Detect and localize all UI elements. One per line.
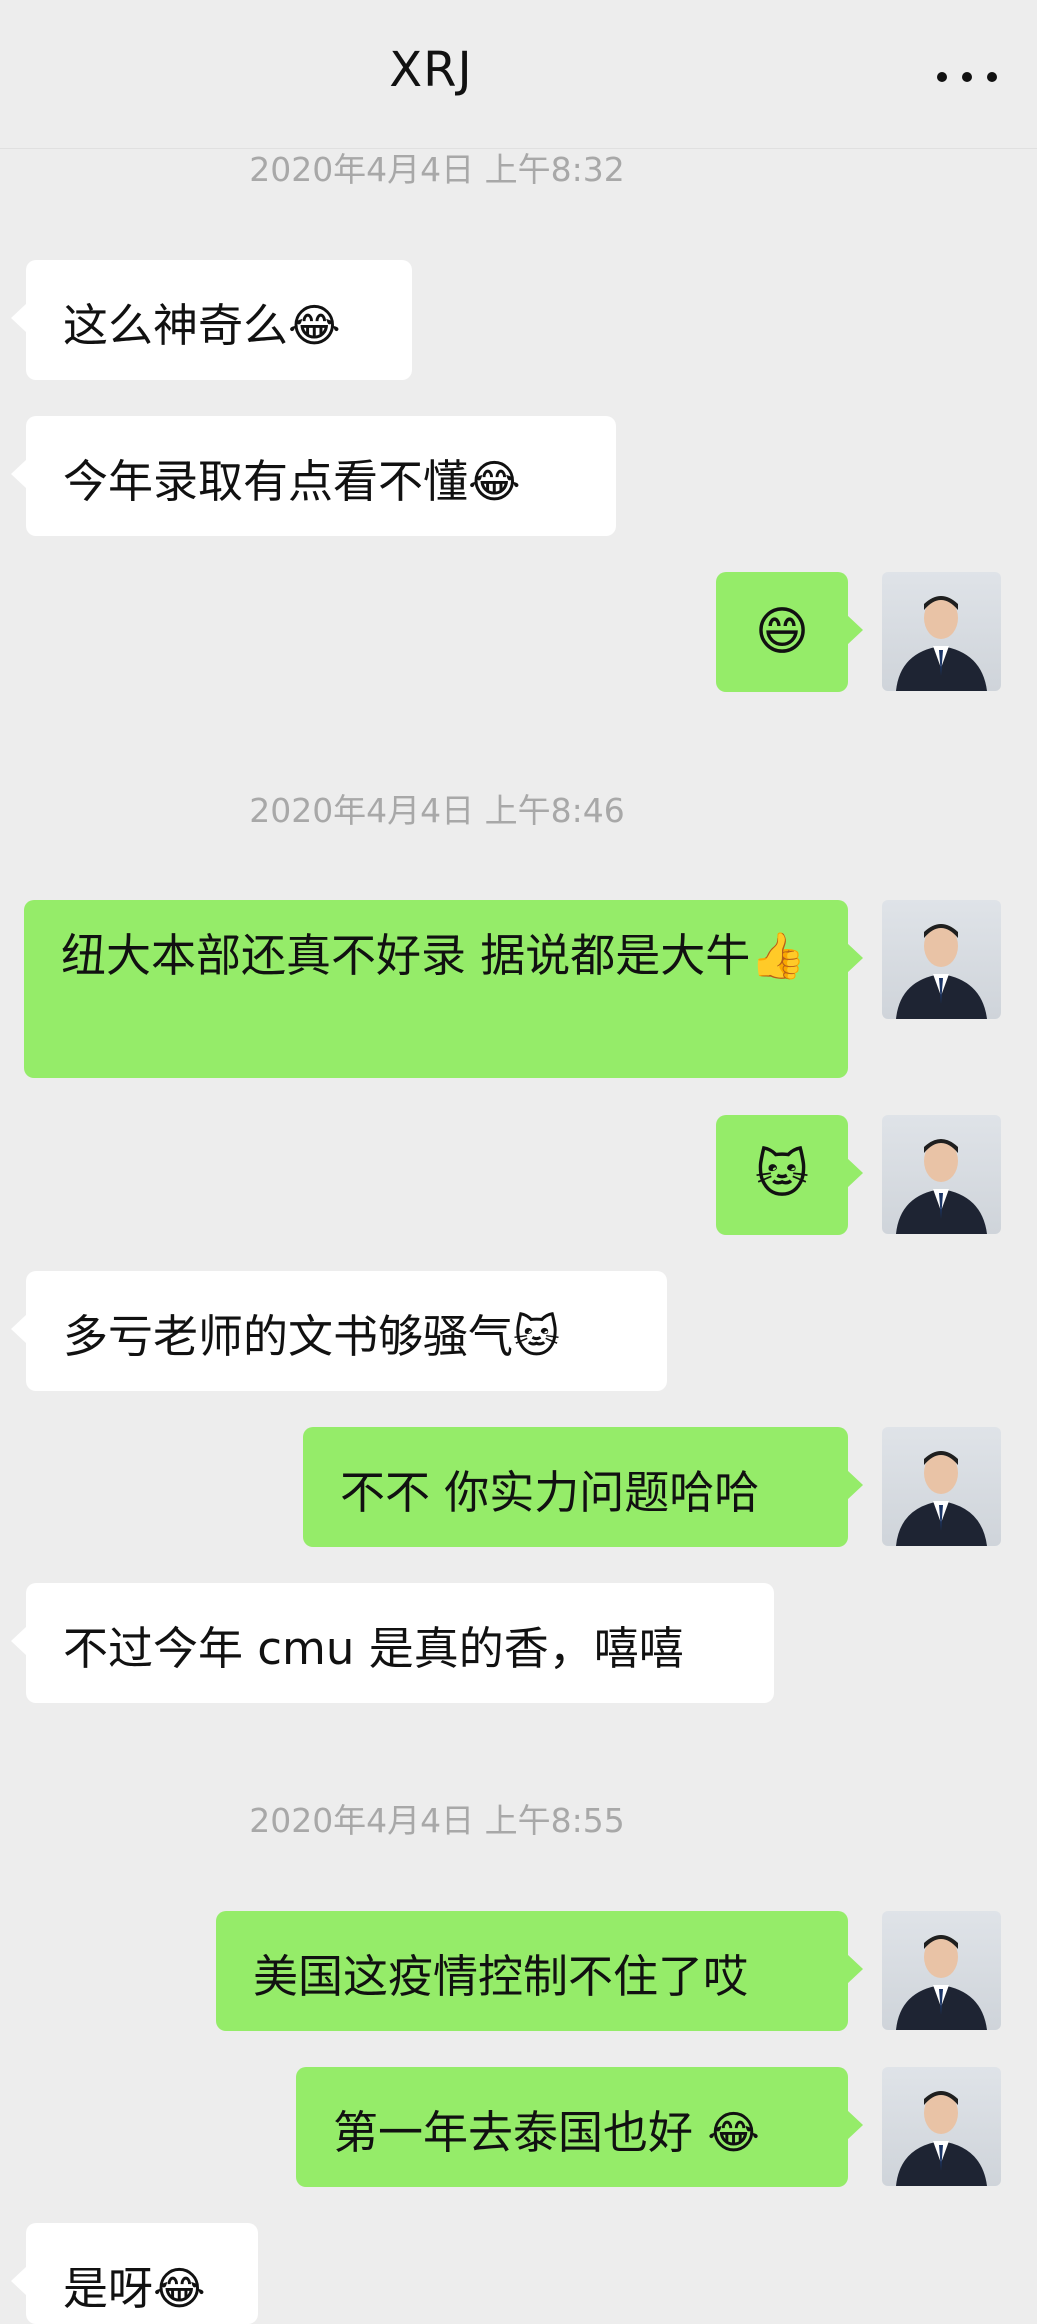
message-bubble-incoming[interactable]: 是呀😂 [11, 2223, 258, 2324]
user-avatar-icon[interactable] [882, 572, 1001, 691]
message-bubble-incoming[interactable]: 今年录取有点看不懂😂 [11, 416, 616, 536]
message-bubble-outgoing[interactable]: 不不 你实力问题哈哈 [303, 1427, 863, 1547]
more-options-button[interactable] [937, 62, 997, 92]
message-bubble-incoming[interactable]: 这么神奇么😂 [11, 260, 412, 380]
message-bubble-outgoing[interactable]: 😄 [716, 572, 863, 692]
timestamp: 2020年4月4日 上午8:32 [249, 150, 625, 189]
user-avatar-icon[interactable] [882, 900, 1001, 1019]
message-bubble-outgoing[interactable]: 第一年去泰国也好 😂 [296, 2067, 863, 2187]
user-avatar-icon[interactable] [882, 2067, 1001, 2186]
user-avatar-icon[interactable] [882, 1911, 1001, 2030]
message-bubble-outgoing[interactable]: 🐱 [716, 1115, 863, 1235]
message-bubble-incoming[interactable]: 多亏老师的文书够骚气🐱 [11, 1271, 667, 1391]
chat-header: XRJ [0, 0, 1037, 149]
message-bubble-incoming[interactable]: 不过今年 cmu 是真的香，嘻嘻 [11, 1583, 774, 1703]
more-dots-icon [987, 72, 997, 82]
message-bubble-outgoing[interactable]: 纽大本部还真不好录 据说都是大牛👍 [24, 900, 863, 1078]
timestamp: 2020年4月4日 上午8:46 [249, 791, 625, 830]
more-dots-icon [937, 72, 947, 82]
message-bubble-outgoing[interactable]: 美国这疫情控制不住了哎 [216, 1911, 863, 2031]
timestamp: 2020年4月4日 上午8:55 [249, 1801, 625, 1840]
user-avatar-icon[interactable] [882, 1427, 1001, 1546]
user-avatar-icon[interactable] [882, 1115, 1001, 1234]
chat-title: XRJ [389, 42, 473, 98]
more-dots-icon [962, 72, 972, 82]
